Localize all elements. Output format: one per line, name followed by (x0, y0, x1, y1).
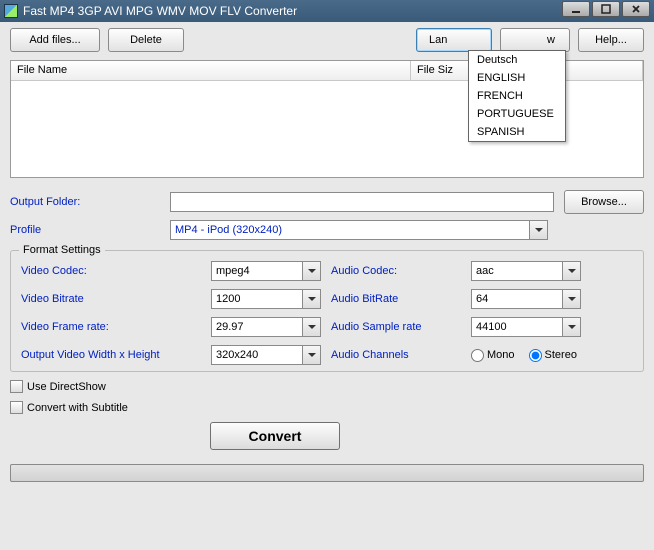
chevron-down-icon[interactable] (302, 290, 320, 308)
chevron-down-icon[interactable] (302, 346, 320, 364)
convert-subtitle-check[interactable]: Convert with Subtitle (10, 401, 644, 414)
chevron-down-icon[interactable] (302, 318, 320, 336)
output-wh-combo[interactable]: 320x240 (211, 345, 321, 365)
profile-label: Profile (10, 224, 160, 236)
format-legend: Format Settings (19, 244, 105, 256)
maximize-button[interactable] (592, 1, 620, 17)
audio-channels-radios: Mono Stereo (471, 349, 591, 362)
profile-value: MP4 - iPod (320x240) (171, 224, 529, 236)
minimize-button[interactable] (562, 1, 590, 17)
video-framerate-label: Video Frame rate: (21, 321, 211, 333)
checkbox-icon[interactable] (10, 401, 23, 414)
audio-bitrate-label: Audio BitRate (331, 293, 471, 305)
add-files-button[interactable]: Add files... (10, 28, 100, 52)
audio-codec-label: Audio Codec: (331, 265, 471, 277)
video-bitrate-label: Video Bitrate (21, 293, 211, 305)
chevron-down-icon[interactable] (529, 221, 547, 239)
convert-button[interactable]: Convert (210, 422, 340, 450)
output-folder-input[interactable] (170, 192, 554, 212)
col-filename[interactable]: File Name (11, 61, 411, 80)
audio-channels-label: Audio Channels (331, 349, 471, 361)
lang-item-deutsch[interactable]: Deutsch (469, 51, 565, 69)
chevron-down-icon[interactable] (562, 290, 580, 308)
view-button[interactable]: w (500, 28, 570, 52)
format-settings-group: Format Settings Video Codec: mpeg4 Audio… (10, 250, 644, 372)
video-codec-combo[interactable]: mpeg4 (211, 261, 321, 281)
language-button[interactable]: Lan (416, 28, 492, 52)
toolbar: Add files... Delete Lan w Help... (10, 28, 644, 52)
output-folder-label: Output Folder: (10, 196, 160, 208)
help-button[interactable]: Help... (578, 28, 644, 52)
checkbox-icon[interactable] (10, 380, 23, 393)
lang-item-french[interactable]: FRENCH (469, 87, 565, 105)
chevron-down-icon[interactable] (562, 318, 580, 336)
browse-button[interactable]: Browse... (564, 190, 644, 214)
stereo-radio[interactable]: Stereo (529, 349, 577, 362)
video-framerate-combo[interactable]: 29.97 (211, 317, 321, 337)
lang-item-english[interactable]: ENGLISH (469, 69, 565, 87)
title-bar: Fast MP4 3GP AVI MPG WMV MOV FLV Convert… (0, 0, 654, 22)
use-directshow-check[interactable]: Use DirectShow (10, 380, 644, 393)
chevron-down-icon[interactable] (562, 262, 580, 280)
audio-codec-combo[interactable]: aac (471, 261, 581, 281)
delete-button[interactable]: Delete (108, 28, 184, 52)
lang-item-portuguese[interactable]: PORTUGUESE (469, 105, 565, 123)
app-icon (4, 4, 18, 18)
audio-bitrate-combo[interactable]: 64 (471, 289, 581, 309)
profile-combo[interactable]: MP4 - iPod (320x240) (170, 220, 548, 240)
video-bitrate-combo[interactable]: 1200 (211, 289, 321, 309)
mono-radio[interactable]: Mono (471, 349, 515, 362)
language-menu[interactable]: Deutsch ENGLISH FRENCH PORTUGUESE SPANIS… (468, 50, 566, 142)
audio-sample-label: Audio Sample rate (331, 321, 471, 333)
video-codec-label: Video Codec: (21, 265, 211, 277)
output-wh-label: Output Video Width x Height (21, 349, 211, 361)
close-button[interactable] (622, 1, 650, 17)
progress-bar (10, 464, 644, 482)
window-title: Fast MP4 3GP AVI MPG WMV MOV FLV Convert… (23, 4, 297, 18)
chevron-down-icon[interactable] (302, 262, 320, 280)
audio-sample-combo[interactable]: 44100 (471, 317, 581, 337)
lang-item-spanish[interactable]: SPANISH (469, 123, 565, 141)
